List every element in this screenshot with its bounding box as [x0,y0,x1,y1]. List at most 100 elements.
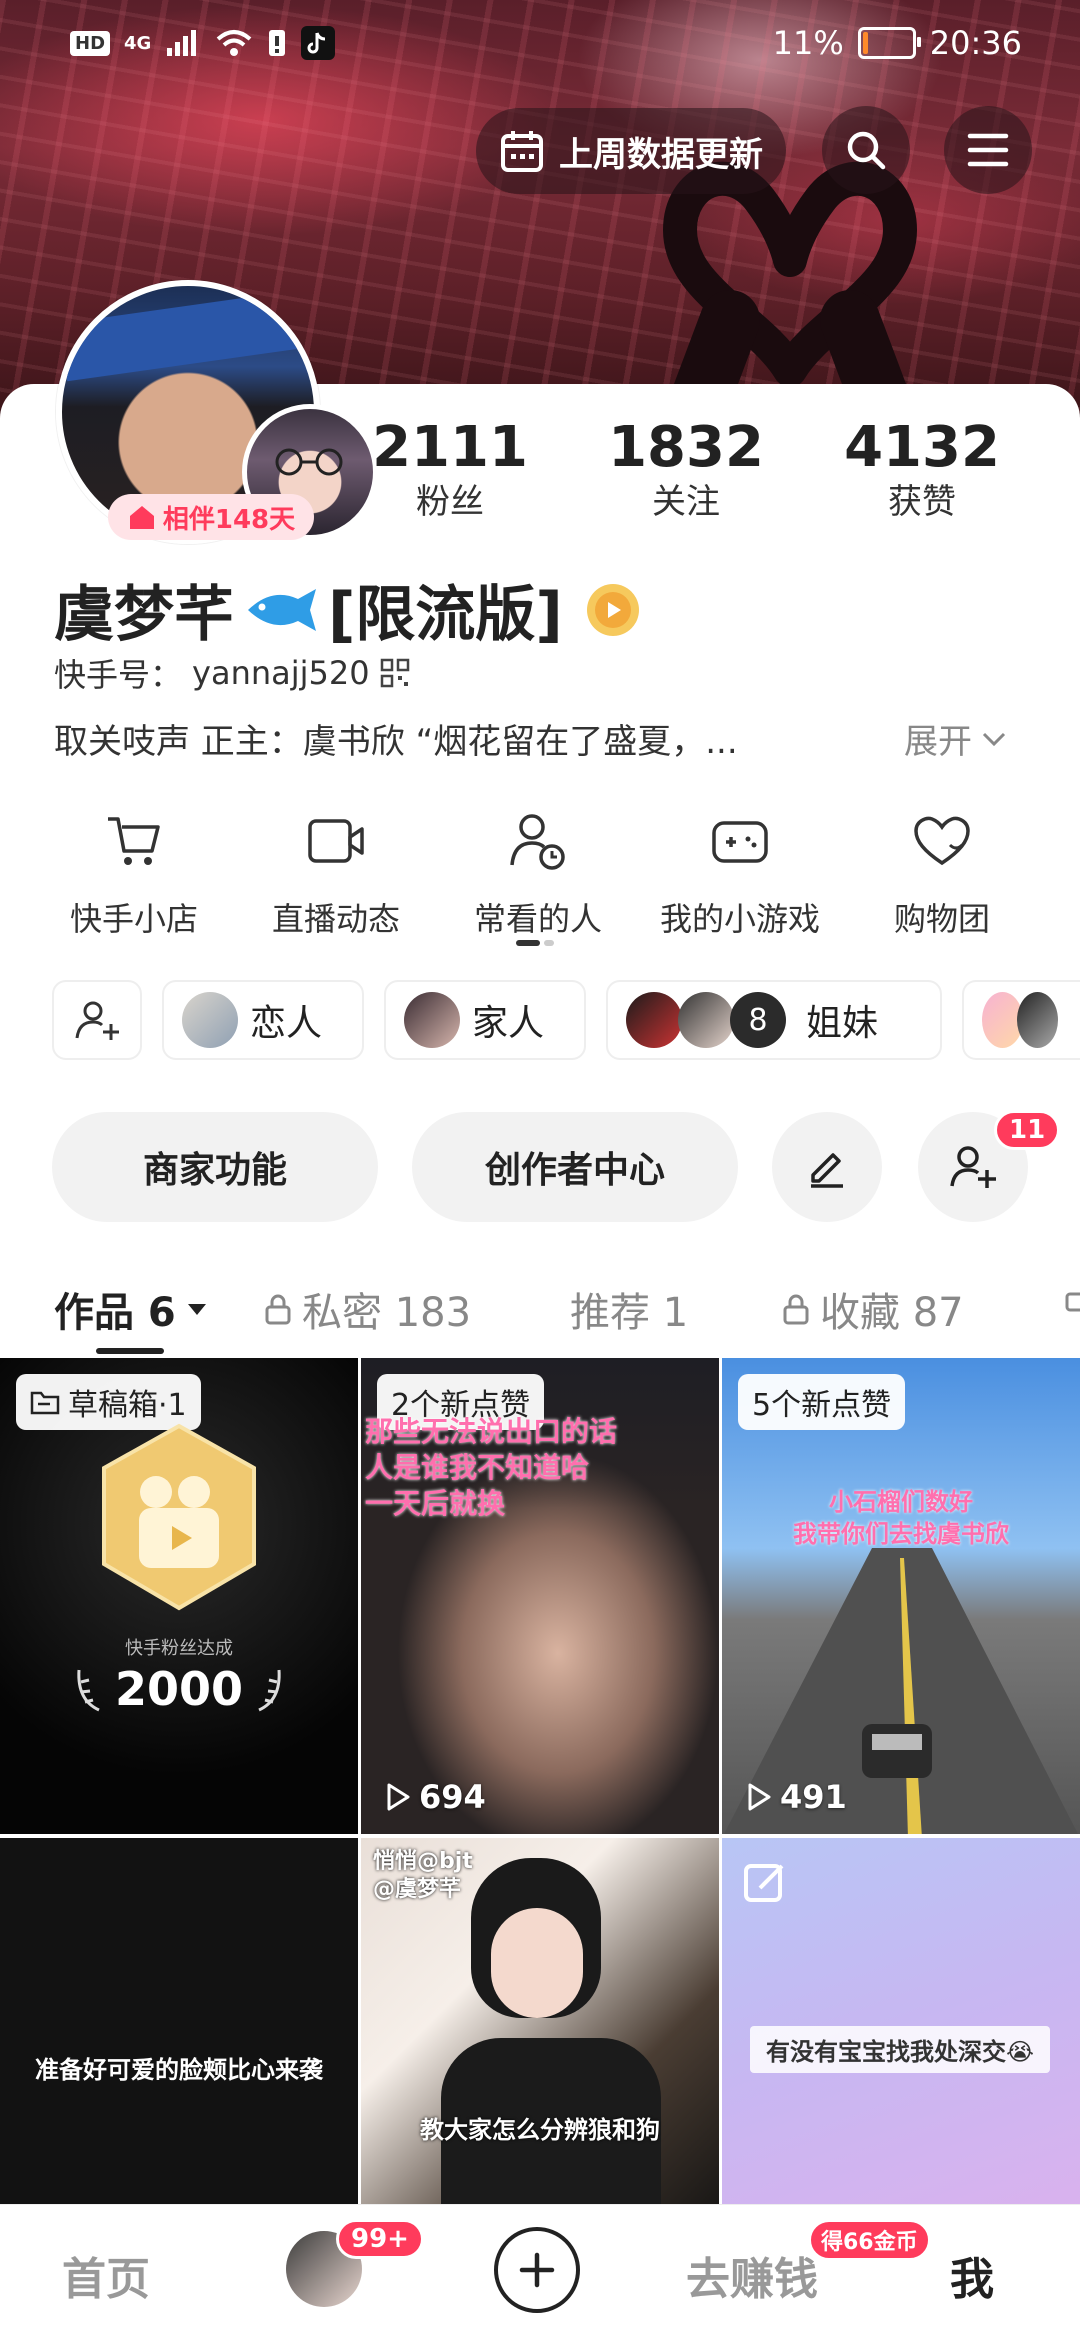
lock-icon [1065,1292,1080,1312]
tab-favorites[interactable]: 收藏 87 [782,1280,964,1338]
circle-more[interactable] [962,980,1080,1060]
tab-works[interactable]: 作品 6 [54,1280,208,1338]
stat-label: 粉丝 [416,482,484,522]
video-caption: 教大家怎么分辨狼和狗 [420,2116,660,2144]
grid-item-video-3[interactable]: 准备好可爱的脸颊比心来袭 [0,1838,358,2204]
quick-action-shop[interactable]: 快手小店 [44,806,224,940]
chevron-down-icon [982,732,1006,746]
circle-family[interactable]: 家人 [384,980,586,1060]
bio-text: 取关吱声 正主：虞书欣 “烟花留在了盛夏，... [54,722,738,762]
add-person-icon [950,1146,996,1188]
milestone-number-row: 2000 [0,1662,358,1716]
grid-item-text-post[interactable]: 有没有宝宝找我处深交😭 [722,1838,1080,2204]
play-icon [748,1783,771,1811]
pencil-icon [811,1153,843,1188]
gamepad-icon [712,821,768,863]
battery-level [862,32,868,54]
circle-lovers[interactable]: 恋人 [162,980,364,1060]
grid-item-video-4[interactable]: 悄悄@bjt @虞梦芊 教大家怎么分辨狼和狗 [361,1838,719,2204]
circle-avatar [1017,992,1058,1048]
tab-more[interactable] [1064,1280,1080,1312]
cart-icon [108,817,160,865]
quick-action-frequent[interactable]: 常看的人 [448,806,628,940]
friends-badge: 99+ [336,2219,424,2259]
menu-button[interactable] [944,106,1032,194]
tab-recommended[interactable]: 推荐 1 [570,1280,688,1338]
nav-label: 我 [950,2254,994,2305]
stat-followers[interactable]: 2111 粉丝 [350,416,550,524]
create-button[interactable] [494,2227,580,2313]
search-icon [847,131,886,170]
expand-bio-button[interactable]: 展开 [904,714,1008,763]
stat-label: 关注 [652,482,720,522]
creator-center-button[interactable]: 创作者中心 [412,1112,738,1222]
person-clock-icon [510,814,565,870]
quick-action-groupbuy[interactable]: 购物团 [852,806,1032,940]
video-overlay-text: 悄悄@bjt @虞梦芊 [373,1848,473,1904]
heart-icon [914,816,970,866]
home-icon [129,506,154,529]
overlay-line: 那些无法说出口的话 [365,1415,618,1448]
video-overlay-text: 那些无法说出口的话 人是谁我不知道哈 一天后就换 [365,1414,617,1522]
circle-avatar [626,992,682,1048]
grid-item-video-1[interactable]: 2个新点赞 那些无法说出口的话 人是谁我不知道哈 一天后就换 694 [361,1358,719,1834]
video-overlay-text: 小石榴们数好 我带你们去找虞书欣 [722,1486,1080,1550]
nav-label: 首页 [62,2254,150,2305]
stat-value: 2111 [372,415,528,480]
companion-badge[interactable]: 相伴148天 [108,494,314,540]
play-count-value: 694 [419,1778,486,1816]
qr-code-icon[interactable] [380,658,410,688]
earn-badge: 得66金币 [808,2219,931,2261]
video-caption: 准备好可爱的脸颊比心来袭 [35,2056,323,2084]
nav-home[interactable]: 首页 [62,2243,150,2307]
wifi-icon [217,30,252,56]
stat-following[interactable]: 1832 关注 [586,416,786,524]
overlay-line: 小石榴们数好 [829,1488,973,1516]
merchant-label: 商家功能 [142,1150,287,1191]
overlay-line: 悄悄@bjt [373,1849,473,1874]
grid-item-drafts[interactable]: 草稿箱·1 快手粉丝达成 2000 [0,1358,358,1834]
content-tabs: 作品 6 私密 183 推荐 1 收藏 87 [0,1262,1080,1352]
quick-action-label: 购物团 [893,900,990,938]
video-caption: 有没有宝宝找我处深交😭 [750,2026,1050,2073]
add-circle-button[interactable] [52,980,142,1060]
edit-profile-button[interactable] [772,1112,882,1222]
play-count-value: 491 [780,1778,847,1816]
add-person-icon [75,1001,119,1040]
clock: 20:36 [929,24,1022,62]
circle-label: 恋人 [250,1003,323,1044]
tab-label: 作品 6 [54,1290,176,1336]
page-indicator-active [516,940,540,946]
search-button[interactable] [822,106,910,194]
overlay-line: 人是谁我不知道哈 [365,1451,590,1484]
quick-action-minigames[interactable]: 我的小游戏 [650,806,830,940]
stat-likes[interactable]: 4132 获赞 [822,416,1022,524]
fish-icon [248,588,316,631]
status-bar: HD 4G 11% 20:36 [0,0,1080,90]
profile-name: 虞梦芊 [限流版] [54,566,643,653]
stat-value: 4132 [844,415,1000,480]
nav-earn[interactable]: 去赚钱 [686,2243,818,2307]
grid-item-video-2[interactable]: 5个新点赞 小石榴们数好 我带你们去找虞书欣 491 [722,1358,1080,1834]
name-text: 虞梦芊 [54,580,234,650]
weekly-data-button[interactable]: 上周数据更新 [476,108,786,194]
calendar-icon [501,131,543,172]
nav-me[interactable]: 我 [950,2243,994,2307]
kuaishou-id[interactable]: 快手号： yannajj520 [54,650,410,696]
laurel-right-icon [258,1669,281,1712]
lock-icon [265,1294,291,1325]
overlay-line: @虞梦芊 [373,1877,462,1902]
merchant-button[interactable]: 商家功能 [52,1112,378,1222]
id-value: yannajj520 [192,654,370,692]
menu-icon [967,133,1009,167]
milestone-number: 2000 [114,1662,244,1716]
stat-label: 获赞 [888,482,956,522]
play-count: 694 [385,1778,486,1816]
folder-icon [30,1391,60,1415]
circle-sisters[interactable]: 8 姐妹 [606,980,942,1060]
laurel-left-icon [77,1669,100,1712]
circle-avatar [182,992,238,1048]
tab-private[interactable]: 私密 183 [264,1280,471,1338]
quick-action-live[interactable]: 直播动态 [246,806,426,940]
overlay-line: 我带你们去找虞书欣 [793,1520,1009,1548]
